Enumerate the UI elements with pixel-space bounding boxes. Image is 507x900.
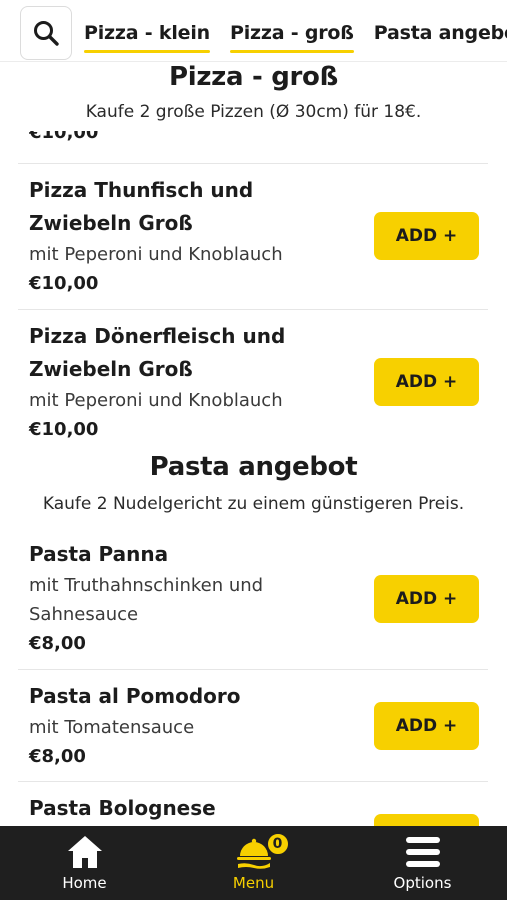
- nav-label: Home: [62, 874, 107, 892]
- item-description: mit Tomatensauce: [29, 717, 195, 738]
- tab-pizza-gross[interactable]: Pizza - groß: [229, 0, 354, 61]
- divider: [18, 309, 488, 310]
- nav-home[interactable]: Home: [0, 826, 169, 900]
- section-title-pizza-gross: Pizza - groß: [168, 62, 339, 92]
- menu-item: Pasta al Pomodoro mit Tomatensauce €8,00…: [29, 680, 487, 772]
- add-button[interactable]: ADD +: [374, 212, 479, 260]
- item-name: Pizza Dönerfleisch und Zwiebeln Groß: [29, 324, 286, 381]
- item-price: €8,00: [29, 633, 86, 654]
- search-button[interactable]: [20, 6, 72, 60]
- add-button[interactable]: ADD +: [374, 702, 479, 750]
- section-subtitle: Kaufe 2 Nudelgericht zu einem günstigere…: [42, 494, 465, 514]
- item-description: mit Truthahnschinken und Sahnesauce: [29, 575, 264, 625]
- item-description: mit Peperoni und Knoblauch: [29, 244, 283, 265]
- nav-label: Menu: [232, 874, 275, 892]
- item-name: Pasta al Pomodoro: [29, 684, 241, 708]
- tab-pizza-klein[interactable]: Pizza - klein: [84, 0, 210, 61]
- tab-pasta-angebot[interactable]: Pasta angebot: [373, 0, 507, 61]
- search-icon: [34, 21, 59, 46]
- item-price: €10,00: [29, 122, 99, 143]
- tab-active-indicator: [229, 50, 354, 53]
- tab-label: Pizza - klein: [84, 22, 210, 44]
- bottom-navigation: Home 0 Menu Options: [0, 826, 507, 900]
- section-subtitle: Kaufe 2 große Pizzen (Ø 30cm) für 18€.: [85, 102, 422, 122]
- item-description: mit Peperoni und Knoblauch: [29, 390, 283, 411]
- item-price: €10,00: [29, 273, 99, 294]
- nav-label: Options: [393, 874, 452, 892]
- add-button[interactable]: ADD +: [374, 358, 479, 406]
- tab-active-indicator: [84, 50, 210, 53]
- nav-options[interactable]: Options: [338, 826, 507, 900]
- divider: [18, 163, 488, 164]
- category-tabs: Pizza - klein Pizza - groß Pasta angebot: [84, 0, 507, 61]
- menu-item: Pizza Dönerfleisch und Zwiebeln Groß mit…: [29, 320, 487, 445]
- menu-item: Pasta Panna mit Truthahnschinken und Sah…: [29, 538, 487, 659]
- hamburger-menu-icon: [403, 832, 443, 872]
- item-name: Pizza Thunfisch und Zwiebeln Groß: [29, 178, 254, 235]
- menu-list[interactable]: €10,00 Pizza - groß Kaufe 2 große Pizzen…: [0, 62, 507, 826]
- menu-item: Pizza Thunfisch und Zwiebeln Groß mit Pe…: [29, 174, 487, 299]
- menu-item: Pasta Bolognese: [29, 792, 487, 826]
- cart-count-badge: 0: [265, 832, 290, 856]
- divider: [18, 669, 488, 670]
- divider: [18, 781, 488, 782]
- home-icon: [65, 832, 105, 872]
- item-price: €10,00: [29, 419, 99, 440]
- tab-label: Pasta angebot: [373, 22, 507, 44]
- add-button[interactable]: ADD +: [374, 575, 479, 623]
- tab-label: Pizza - groß: [229, 22, 354, 44]
- add-button[interactable]: [374, 814, 479, 826]
- item-name: Pasta Bolognese: [29, 796, 216, 820]
- item-name: Pasta Panna: [29, 542, 169, 566]
- nav-menu[interactable]: 0 Menu: [169, 826, 338, 900]
- section-title-pasta-angebot: Pasta angebot: [149, 452, 358, 482]
- category-bar: Pizza - klein Pizza - groß Pasta angebot: [0, 0, 507, 62]
